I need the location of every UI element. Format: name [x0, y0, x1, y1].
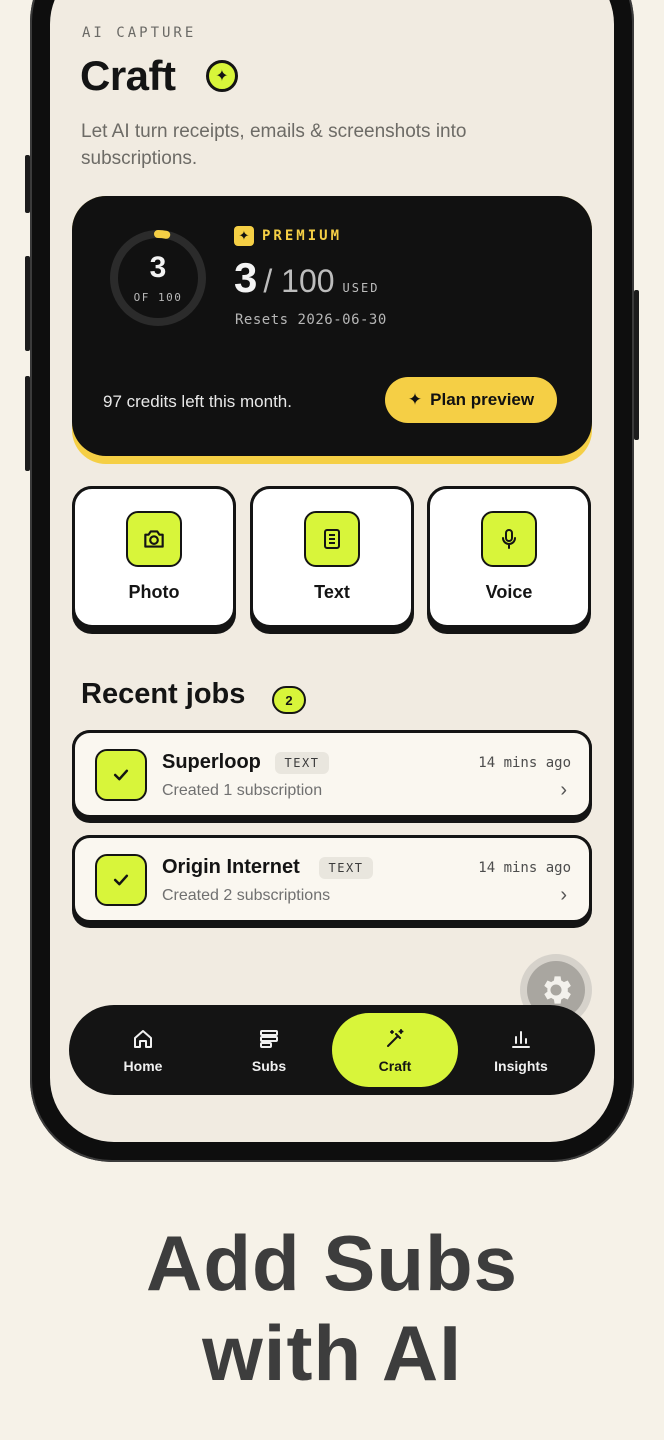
- tab-home[interactable]: Home: [80, 1005, 206, 1095]
- document-icon: [304, 511, 360, 567]
- capture-photo-tile[interactable]: Photo: [72, 486, 236, 628]
- bottom-tab-bar: Home Subs Craft Insights: [69, 1005, 595, 1095]
- magic-wand-icon: [383, 1027, 407, 1054]
- promo-headline-line-1: Add Subs: [146, 1219, 518, 1307]
- page-title: Craft: [80, 52, 176, 99]
- phone-volume-down-button: [25, 376, 30, 471]
- app-screen: AI CAPTURE Craft ✦ Let AI turn receipts,…: [50, 0, 614, 1142]
- promo-headline-line-2: with AI: [202, 1309, 462, 1397]
- list-icon: [257, 1027, 281, 1054]
- tab-subs[interactable]: Subs: [206, 1005, 332, 1095]
- plan-preview-label: Plan preview: [430, 390, 535, 409]
- usage-used: 3: [234, 254, 258, 301]
- check-icon: [95, 854, 147, 906]
- sparkle-icon: ✦: [206, 60, 238, 92]
- job-type-tag: TEXT: [275, 752, 329, 774]
- job-time: 14 mins ago: [478, 860, 571, 876]
- phone-volume-up-button: [25, 256, 30, 351]
- phone-side-button: [634, 290, 639, 440]
- tab-insights[interactable]: Insights: [458, 1005, 584, 1095]
- usage-ring-caption: OF 100: [133, 291, 183, 304]
- capture-voice-label: Voice: [485, 582, 533, 602]
- job-type-tag: TEXT: [319, 857, 373, 879]
- recent-jobs-title: Recent jobs: [81, 678, 246, 710]
- microphone-icon: [481, 511, 537, 567]
- tab-craft-label: Craft: [378, 1057, 412, 1074]
- recent-jobs-count: 2: [272, 686, 306, 714]
- usage-reset-date: Resets 2026-06-30: [235, 312, 387, 328]
- job-result: Created 2 subscriptions: [162, 887, 331, 904]
- check-icon: [95, 749, 147, 801]
- chevron-right-icon: ›: [560, 779, 567, 801]
- camera-icon: [126, 511, 182, 567]
- phone-action-button: [25, 155, 30, 213]
- home-icon: [131, 1027, 155, 1054]
- usage-count: 3/ 100 USED: [234, 254, 379, 302]
- job-name: Superloop: [162, 751, 261, 773]
- job-card[interactable]: Origin Internet TEXT Created 2 subscript…: [72, 835, 592, 923]
- capture-voice-tile[interactable]: Voice: [427, 486, 591, 628]
- credits-left-text: 97 credits left this month.: [103, 392, 292, 411]
- page-subtitle: Let AI turn receipts, emails & screensho…: [81, 121, 467, 169]
- usage-card: 3 OF 100 ✦ PREMIUM 3/ 100 USED Resets 202…: [72, 196, 592, 456]
- job-time: 14 mins ago: [478, 755, 571, 771]
- premium-label: PREMIUM: [262, 228, 343, 244]
- plan-sparkle-icon: ✦: [407, 390, 423, 409]
- job-name: Origin Internet: [162, 856, 300, 878]
- bar-chart-icon: [509, 1027, 533, 1054]
- job-result: Created 1 subscription: [162, 782, 323, 799]
- promo-headline: Add Subs with AI: [0, 1218, 664, 1398]
- job-card[interactable]: Superloop TEXT Created 1 subscription 14…: [72, 730, 592, 818]
- plan-preview-button[interactable]: ✦ Plan preview: [385, 377, 557, 423]
- tab-subs-label: Subs: [251, 1057, 287, 1074]
- usage-used-label: USED: [342, 281, 380, 295]
- chevron-right-icon: ›: [560, 884, 567, 906]
- tab-insights-label: Insights: [494, 1057, 548, 1074]
- eyebrow-label: AI CAPTURE: [82, 25, 197, 41]
- capture-text-tile[interactable]: Text: [250, 486, 414, 628]
- tab-craft[interactable]: Craft: [332, 1005, 458, 1095]
- capture-photo-label: Photo: [128, 582, 180, 602]
- premium-sparkle-icon: ✦: [234, 226, 254, 246]
- usage-total: / 100: [263, 263, 335, 299]
- tab-home-label: Home: [123, 1057, 163, 1074]
- capture-text-label: Text: [314, 582, 350, 602]
- usage-ring-value: 3: [149, 251, 167, 284]
